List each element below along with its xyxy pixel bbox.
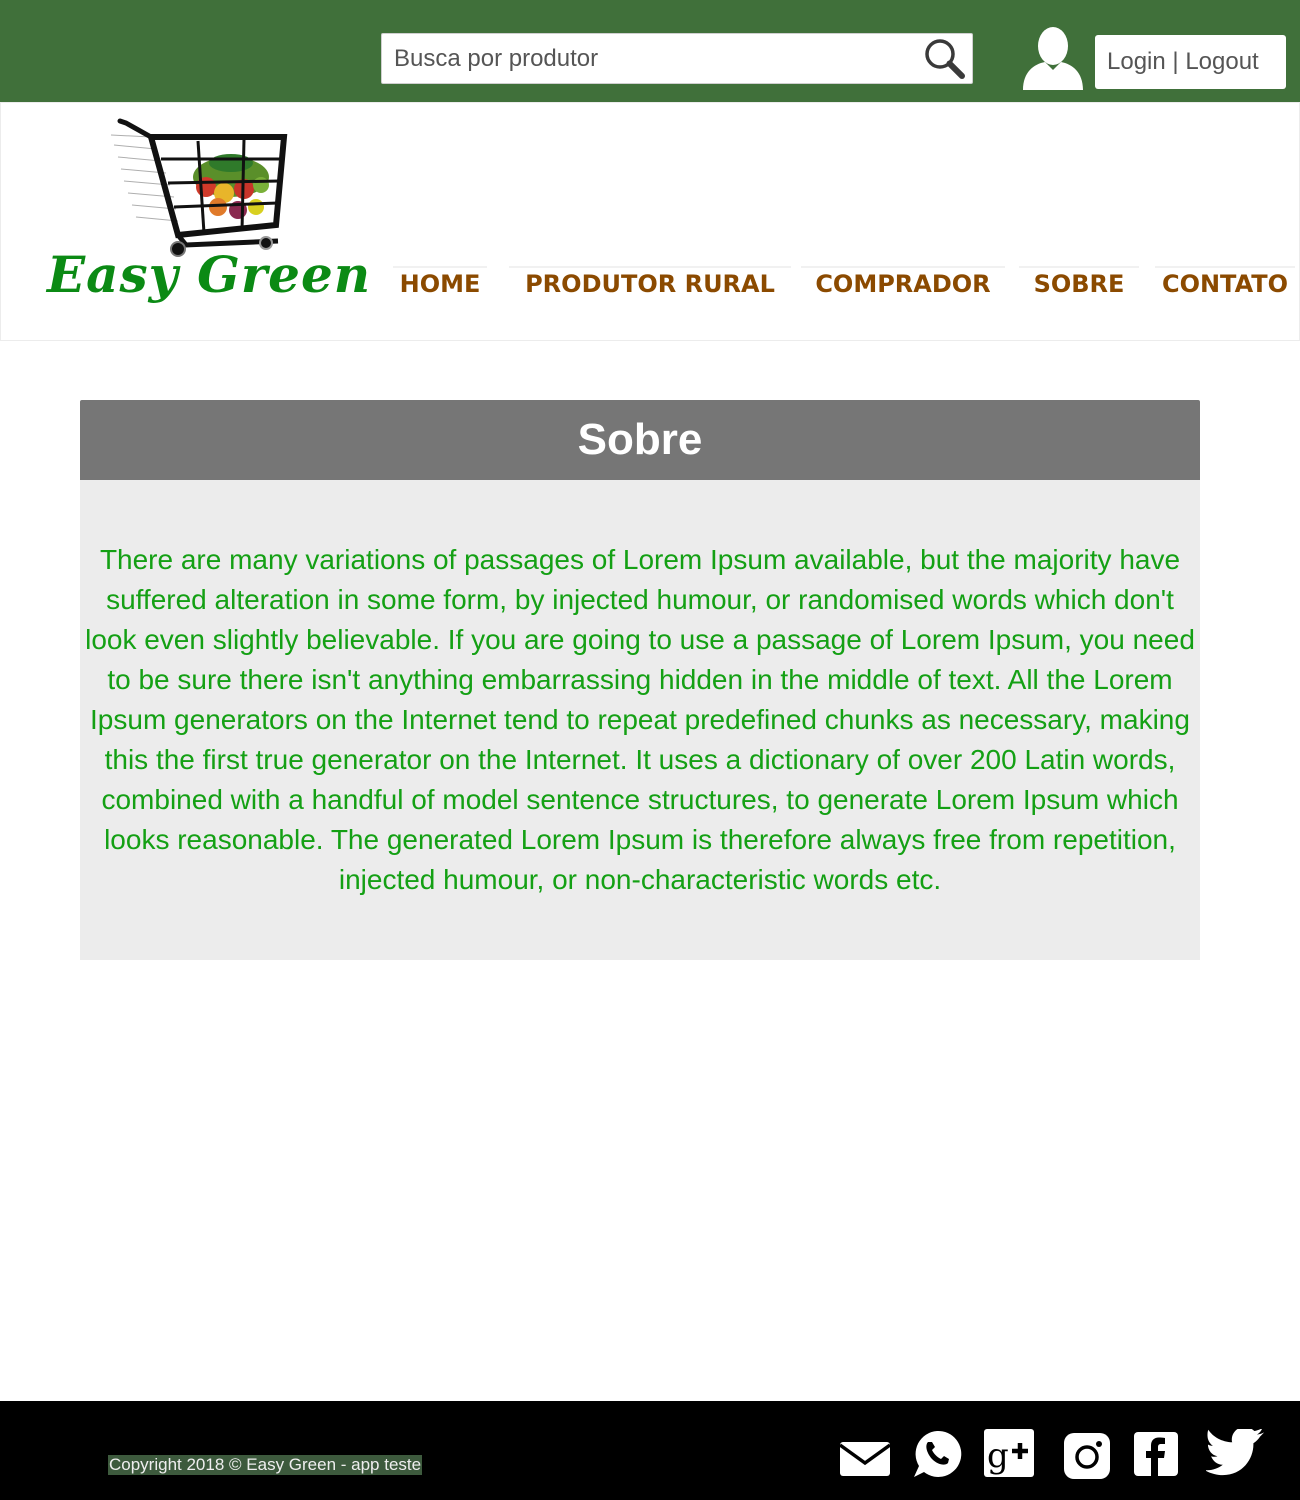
- user-icon[interactable]: [1020, 24, 1086, 92]
- search-icon[interactable]: [920, 36, 970, 82]
- top-bar: Login | Logout: [0, 0, 1300, 102]
- search-box: [381, 33, 973, 84]
- login-separator: |: [1165, 48, 1186, 75]
- nav-home[interactable]: HOME: [393, 266, 487, 306]
- about-panel-body: There are many variations of passages of…: [80, 480, 1200, 960]
- twitter-icon[interactable]: [1204, 1427, 1266, 1484]
- nav-sobre[interactable]: SOBRE: [1019, 266, 1139, 306]
- site-footer: Copyright 2018 © Easy Green - app teste …: [0, 1401, 1300, 1500]
- search-input[interactable]: [394, 42, 914, 76]
- site-header: Easy Green HOME PRODUTOR RURAL COMPRADOR…: [0, 102, 1300, 341]
- about-text: There are many variations of passages of…: [85, 544, 1195, 895]
- svg-text:g: g: [987, 1436, 1009, 1476]
- copyright-text: Copyright 2018 © Easy Green - app teste: [108, 1455, 423, 1475]
- brand-logo-text[interactable]: Easy Green: [47, 245, 371, 304]
- login-link[interactable]: Login: [1107, 48, 1166, 75]
- about-panel-header: Sobre: [80, 400, 1200, 480]
- whatsapp-icon[interactable]: [911, 1428, 963, 1485]
- facebook-icon[interactable]: [1134, 1432, 1178, 1481]
- email-icon[interactable]: [838, 1438, 892, 1485]
- nav-produtor-rural[interactable]: PRODUTOR RURAL: [509, 266, 791, 306]
- google-plus-icon[interactable]: g: [984, 1429, 1034, 1482]
- instagram-icon[interactable]: [1064, 1433, 1110, 1484]
- shopping-cart-with-vegetables-icon[interactable]: [106, 115, 291, 260]
- logout-link[interactable]: Logout: [1185, 48, 1258, 75]
- login-logout: Login | Logout: [1095, 35, 1286, 89]
- nav-contato[interactable]: CONTATO: [1155, 266, 1295, 306]
- page-title: Sobre: [577, 415, 703, 464]
- nav-comprador[interactable]: COMPRADOR: [801, 266, 1005, 306]
